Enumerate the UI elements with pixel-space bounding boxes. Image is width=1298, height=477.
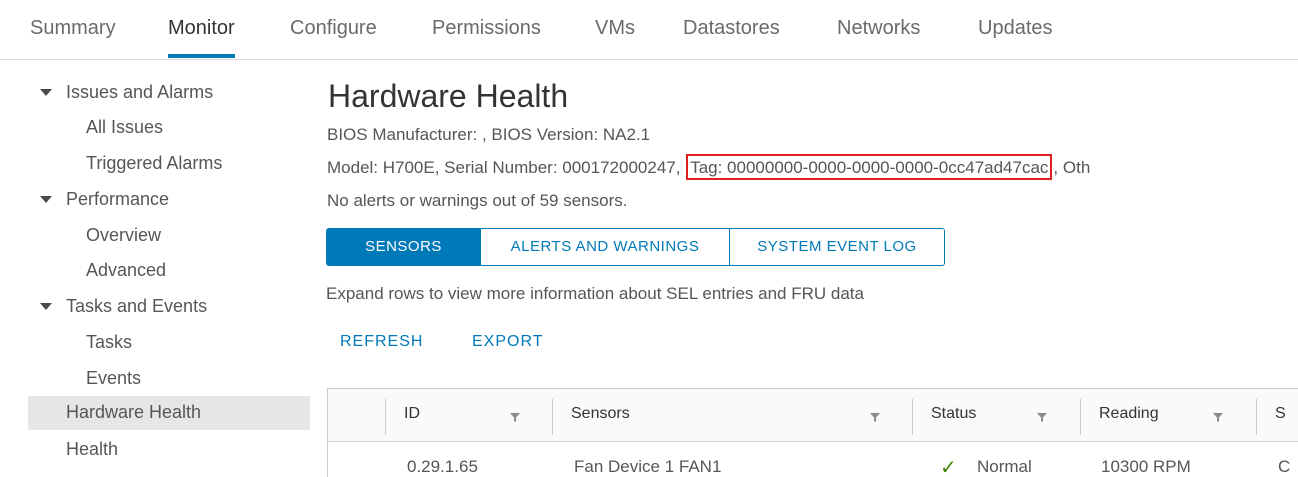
page-title: Hardware Health — [328, 78, 569, 114]
tab-monitor[interactable]: Monitor — [168, 17, 235, 58]
sidebar-item-overview[interactable]: Overview — [28, 219, 310, 253]
bios-info: BIOS Manufacturer: , BIOS Version: NA2.1 — [327, 125, 651, 144]
column-separator[interactable] — [1080, 399, 1081, 435]
tab-networks[interactable]: Networks — [837, 17, 920, 40]
sidebar-item-tasks[interactable]: Tasks — [28, 326, 310, 360]
tab-summary[interactable]: Summary — [30, 17, 116, 40]
sidebar-group-tasks-and-events[interactable]: Tasks and Events — [28, 290, 310, 324]
sensors-tab-button[interactable]: SENSORS — [327, 229, 481, 265]
expand-rows-hint: Expand rows to view more information abo… — [326, 284, 864, 303]
cell-status: Normal — [977, 457, 1032, 476]
sidebar-item-advanced[interactable]: Advanced — [28, 254, 310, 288]
sidebar-item-label: Tasks — [86, 332, 133, 352]
sidebar-item-hardware-health[interactable]: Hardware Health — [28, 396, 310, 430]
filter-icon[interactable] — [869, 411, 881, 423]
tag-highlight-box: Tag: 00000000-0000-0000-0000-0cc47ad47ca… — [686, 154, 1053, 180]
filter-icon[interactable] — [1036, 411, 1048, 423]
sidebar-item-label: All Issues — [86, 117, 164, 137]
column-separator[interactable] — [1256, 399, 1257, 435]
grid-header: ID Sensors Status Reading S — [328, 389, 1298, 442]
hardware-health-panel: Hardware Health BIOS Manufacturer: , BIO… — [326, 70, 1298, 477]
sensors-grid: ID Sensors Status Reading S 0.29.1.65 Fa… — [327, 388, 1298, 477]
export-button[interactable]: EXPORT — [472, 333, 544, 351]
column-header-status[interactable]: Status — [931, 405, 976, 423]
sidebar-group-performance[interactable]: Performance — [28, 183, 310, 217]
status-ok-check-icon: ✓ — [940, 457, 957, 477]
sidebar-item-label: Triggered Alarms — [86, 153, 223, 173]
view-toggle-group: SENSORS ALERTS AND WARNINGS SYSTEM EVENT… — [326, 228, 945, 266]
refresh-button[interactable]: REFRESH — [340, 333, 423, 351]
column-separator — [385, 399, 386, 435]
column-separator[interactable] — [912, 399, 913, 435]
sidebar-item-health[interactable]: Health — [28, 433, 310, 467]
model-suffix-text: , Oth — [1053, 158, 1091, 177]
monitor-sidebar: Issues and Alarms All Issues Triggered A… — [28, 76, 310, 477]
sidebar-item-triggered-alarms[interactable]: Triggered Alarms — [28, 147, 310, 181]
top-tab-bar: Summary Monitor Configure Permissions VM… — [0, 0, 1298, 60]
column-separator[interactable] — [552, 399, 553, 435]
column-header-reading[interactable]: Reading — [1099, 405, 1159, 423]
column-header-sensors[interactable]: Sensors — [571, 405, 630, 423]
cell-extra: C — [1278, 457, 1291, 476]
filter-icon[interactable] — [1212, 411, 1224, 423]
sidebar-item-label: Tasks and Events — [66, 296, 208, 316]
tab-datastores[interactable]: Datastores — [683, 17, 780, 40]
tab-updates[interactable]: Updates — [978, 17, 1053, 40]
sidebar-item-all-issues[interactable]: All Issues — [28, 111, 310, 145]
cell-sensor: Fan Device 1 FAN1 — [574, 457, 722, 476]
sidebar-item-events[interactable]: Events — [28, 362, 310, 396]
caret-down-icon[interactable] — [40, 303, 52, 310]
sidebar-group-issues-and-alarms[interactable]: Issues and Alarms — [28, 76, 310, 110]
sidebar-item-label: Hardware Health — [66, 402, 202, 422]
sidebar-item-label: Health — [66, 439, 119, 459]
sidebar-item-label: Issues and Alarms — [66, 82, 214, 102]
sidebar-item-label: Advanced — [86, 260, 167, 280]
column-header-s[interactable]: S — [1275, 405, 1286, 423]
column-header-id[interactable]: ID — [404, 405, 420, 423]
tab-vms[interactable]: VMs — [595, 17, 635, 40]
system-event-log-tab-button[interactable]: SYSTEM EVENT LOG — [730, 229, 944, 265]
sidebar-item-label: Overview — [86, 225, 162, 245]
caret-down-icon[interactable] — [40, 89, 52, 96]
filter-icon[interactable] — [509, 411, 521, 423]
tab-permissions[interactable]: Permissions — [432, 17, 541, 40]
tab-configure[interactable]: Configure — [290, 17, 377, 40]
cell-reading: 10300 RPM — [1101, 457, 1191, 476]
sidebar-item-label: Events — [86, 368, 142, 388]
sidebar-item-label: Performance — [66, 189, 170, 209]
caret-down-icon[interactable] — [40, 196, 52, 203]
alerts-summary: No alerts or warnings out of 59 sensors. — [327, 191, 628, 210]
alerts-and-warnings-tab-button[interactable]: ALERTS AND WARNINGS — [481, 229, 730, 265]
cell-id: 0.29.1.65 — [407, 457, 478, 476]
model-info-line: Model: H700E, Serial Number: 00017200024… — [327, 154, 1091, 180]
model-serial-text: Model: H700E, Serial Number: 00017200024… — [327, 158, 681, 177]
